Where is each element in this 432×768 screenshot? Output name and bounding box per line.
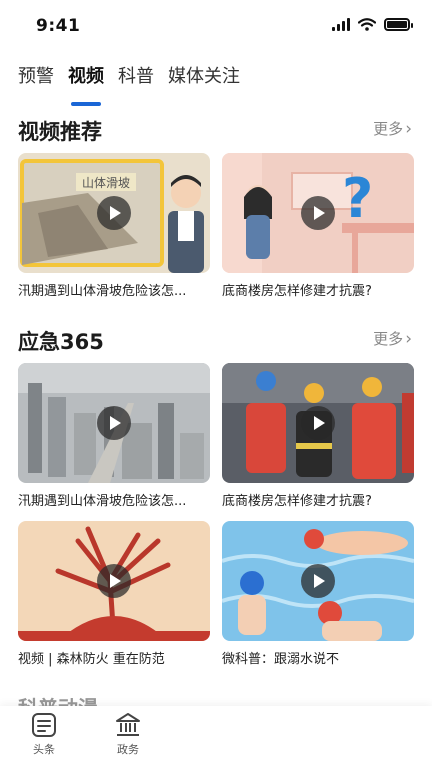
nav-item-headlines[interactable]: 头条 bbox=[16, 712, 72, 757]
video-thumbnail: ? bbox=[222, 153, 414, 273]
video-card[interactable]: 底商楼房怎样修建才抗震? bbox=[222, 363, 414, 509]
video-thumbnail bbox=[222, 363, 414, 483]
category-tabs: 预警 视频 科普 媒体关注 bbox=[18, 64, 240, 106]
wifi-icon bbox=[358, 18, 376, 31]
more-link-video-recommend[interactable]: 更多 › bbox=[373, 118, 412, 139]
section-title-emergency365: 应急365 bbox=[18, 330, 104, 354]
more-label: 更多 bbox=[373, 330, 404, 348]
thumb-caption: 山体滑坡 bbox=[82, 176, 130, 190]
video-thumbnail bbox=[18, 521, 210, 641]
play-icon bbox=[301, 406, 335, 440]
video-card-title: 汛期遇到山体滑坡危险该怎... bbox=[18, 284, 187, 299]
video-card[interactable]: 视频 | 森林防火 重在防范 bbox=[18, 521, 210, 667]
video-thumbnail bbox=[222, 521, 414, 641]
status-icons bbox=[332, 18, 413, 31]
tab-video[interactable]: 视频 bbox=[68, 64, 104, 106]
nav-label: 政务 bbox=[117, 743, 139, 756]
video-card-title: 底商楼房怎样修建才抗震? bbox=[222, 494, 372, 509]
video-card-title: 底商楼房怎样修建才抗震? bbox=[222, 284, 372, 299]
nav-item-government[interactable]: 政务 bbox=[100, 712, 156, 757]
play-icon bbox=[97, 406, 131, 440]
video-card[interactable]: ? 底商楼房怎样修建才抗震? bbox=[222, 153, 414, 299]
video-card[interactable]: 汛期遇到山体滑坡危险该怎... bbox=[18, 363, 210, 509]
video-card[interactable]: 微科普：跟溺水说不 bbox=[222, 521, 414, 667]
video-thumbnail: 山体滑坡 bbox=[18, 153, 210, 273]
more-link-emergency365[interactable]: 更多 › bbox=[373, 328, 412, 349]
tab-media[interactable]: 媒体关注 bbox=[168, 64, 240, 98]
news-icon bbox=[32, 713, 56, 737]
play-icon bbox=[97, 196, 131, 230]
tab-warning[interactable]: 预警 bbox=[18, 64, 54, 98]
active-tab-indicator bbox=[71, 102, 101, 106]
video-card-title: 微科普：跟溺水说不 bbox=[222, 652, 340, 667]
cellular-signal-icon bbox=[332, 18, 350, 31]
video-card-title: 视频 | 森林防火 重在防范 bbox=[18, 652, 165, 667]
tab-video-label: 视频 bbox=[68, 66, 104, 87]
battery-icon bbox=[384, 18, 413, 31]
status-time: 9:41 bbox=[36, 16, 81, 36]
government-icon bbox=[116, 713, 140, 736]
svg-text:?: ? bbox=[342, 167, 373, 230]
play-icon bbox=[301, 564, 335, 598]
play-icon bbox=[301, 196, 335, 230]
section-title-video-recommend: 视频推荐 bbox=[18, 120, 102, 144]
tab-science[interactable]: 科普 bbox=[118, 64, 154, 98]
chevron-right-icon: › bbox=[405, 328, 412, 349]
video-thumbnail bbox=[18, 363, 210, 483]
nav-label: 头条 bbox=[33, 743, 55, 756]
video-card[interactable]: 山体滑坡 汛期遇到山体滑坡危险该怎... bbox=[18, 153, 210, 299]
status-bar: 9:41 bbox=[0, 0, 432, 52]
chevron-right-icon: › bbox=[405, 118, 412, 139]
play-icon bbox=[97, 564, 131, 598]
video-card-title: 汛期遇到山体滑坡危险该怎... bbox=[18, 494, 187, 509]
bottom-fade-overlay bbox=[190, 706, 432, 768]
more-label: 更多 bbox=[373, 120, 404, 138]
